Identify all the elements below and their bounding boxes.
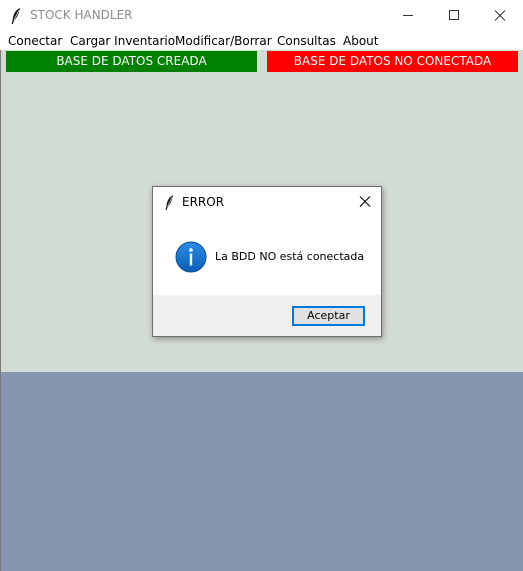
minimize-icon <box>403 15 413 16</box>
close-button[interactable] <box>477 0 523 31</box>
error-dialog: ERROR La BDD NO está conectada Aceptar <box>152 186 382 337</box>
dialog-close-button[interactable] <box>353 192 377 212</box>
minimize-button[interactable] <box>385 0 431 31</box>
maximize-button[interactable] <box>431 0 477 31</box>
menu-consultas[interactable]: Consultas <box>277 34 336 48</box>
dialog-title-bar[interactable]: ERROR <box>153 187 381 217</box>
close-icon <box>494 10 506 21</box>
feather-icon <box>164 194 175 211</box>
menu-about[interactable]: About <box>343 34 378 48</box>
window-title: STOCK HANDLER <box>30 8 133 22</box>
db-connection-status: BASE DE DATOS NO CONECTADA <box>267 51 518 72</box>
accept-button[interactable]: Aceptar <box>292 306 365 326</box>
dialog-message: La BDD NO está conectada <box>215 250 365 263</box>
menu-bar: Conectar Cargar Inventario Modificar/Bor… <box>0 31 523 50</box>
db-created-status: BASE DE DATOS CREADA <box>6 51 257 72</box>
dialog-title: ERROR <box>182 195 225 209</box>
close-icon <box>359 196 371 207</box>
feather-icon <box>10 7 22 25</box>
menu-modificar-borrar[interactable]: Modificar/Borrar <box>175 34 272 48</box>
menu-cargar-inventario[interactable]: Cargar Inventario <box>70 34 175 48</box>
maximize-icon <box>449 10 459 20</box>
title-bar[interactable]: STOCK HANDLER <box>0 0 523 31</box>
info-icon <box>175 241 207 273</box>
main-window: STOCK HANDLER Conectar Cargar Inventario… <box>0 0 523 571</box>
menu-conectar[interactable]: Conectar <box>8 34 62 48</box>
dialog-footer: Aceptar <box>153 295 381 336</box>
